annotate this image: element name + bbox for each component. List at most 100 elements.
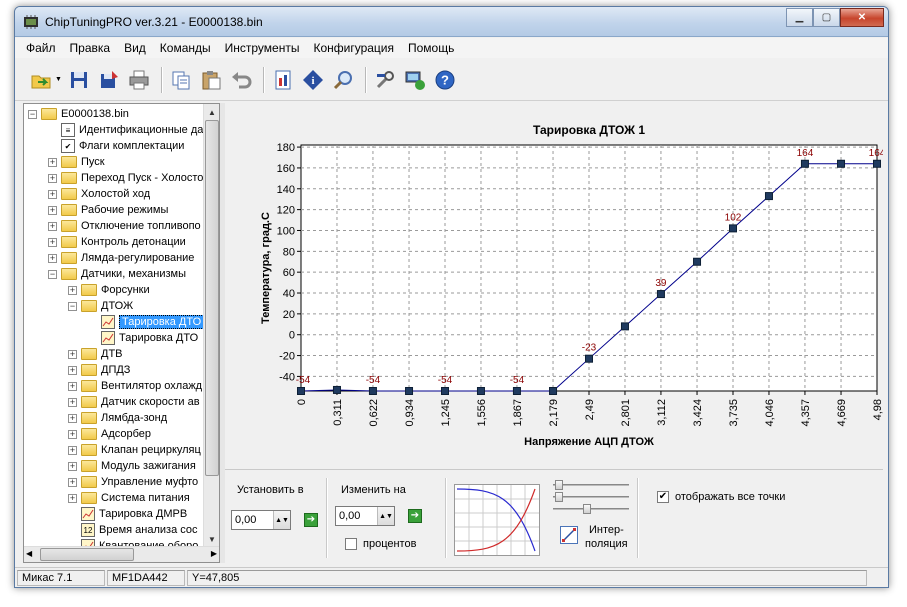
expand-icon[interactable]: + bbox=[68, 461, 77, 471]
tree-vertical-scrollbar[interactable]: ▲ ▼ bbox=[203, 104, 219, 547]
open-button[interactable] bbox=[27, 66, 54, 93]
info-button[interactable]: i bbox=[300, 66, 327, 93]
tree-item[interactable]: − E0000138.bin bbox=[28, 106, 129, 122]
menu-edit[interactable]: Правка bbox=[63, 41, 118, 55]
tree-item[interactable]: + ДТВ bbox=[68, 346, 123, 362]
interpolation-slider-3[interactable] bbox=[553, 504, 629, 514]
menu-view[interactable]: Вид bbox=[117, 41, 153, 55]
minimize-button[interactable]: ▁ bbox=[786, 8, 813, 27]
set-value-spinner[interactable]: 0,00 ▲▼ bbox=[231, 510, 291, 530]
tree-item[interactable]: + Контроль детонации bbox=[48, 234, 186, 250]
change-value-field[interactable]: 0,00 bbox=[336, 510, 377, 522]
tree-item[interactable]: − ДТОЖ bbox=[68, 298, 133, 314]
menu-tools[interactable]: Инструменты bbox=[218, 41, 307, 55]
collapse-icon[interactable]: − bbox=[48, 269, 57, 279]
tree-item[interactable]: + Лямбда-зонд bbox=[68, 410, 167, 426]
interpolation-icon bbox=[562, 528, 576, 542]
help-button[interactable]: ? bbox=[432, 66, 459, 93]
collapse-icon[interactable]: − bbox=[28, 109, 37, 119]
expand-icon[interactable]: + bbox=[68, 349, 77, 359]
menu-commands[interactable]: Команды bbox=[153, 41, 218, 55]
tree-item[interactable]: + Отключение топливопо bbox=[48, 218, 201, 234]
number-icon: 12 bbox=[81, 523, 95, 537]
tree-item[interactable]: + Пуск bbox=[48, 154, 105, 170]
tools-button[interactable] bbox=[372, 66, 399, 93]
menu-file[interactable]: Файл bbox=[19, 41, 63, 55]
connect-button[interactable] bbox=[402, 66, 429, 93]
save-as-button[interactable] bbox=[96, 66, 123, 93]
apply-change-button[interactable]: ➔ bbox=[408, 509, 422, 523]
close-button[interactable]: ✕ bbox=[840, 8, 884, 27]
show-all-points-checkbox[interactable]: ✔ bbox=[657, 491, 669, 503]
tree-item[interactable]: + Адсорбер bbox=[68, 426, 151, 442]
save-button[interactable] bbox=[66, 66, 93, 93]
expand-icon[interactable]: + bbox=[68, 445, 77, 455]
copy-button[interactable] bbox=[168, 66, 195, 93]
tree-item[interactable]: + Клапан рециркуляц bbox=[68, 442, 201, 458]
tree-item[interactable]: + Вентилятор охлажд bbox=[68, 378, 202, 394]
tree-item[interactable]: 12 Время анализа сос bbox=[68, 522, 197, 538]
tree-item[interactable]: + Управление муфто bbox=[68, 474, 198, 490]
percent-label: процентов bbox=[363, 538, 417, 550]
set-value-field[interactable]: 0,00 bbox=[232, 514, 273, 526]
tree-item[interactable]: Тарировка ДТО bbox=[88, 314, 205, 330]
scrollbar-thumb[interactable] bbox=[205, 120, 219, 476]
expand-icon[interactable]: + bbox=[48, 221, 57, 231]
tree-horizontal-scrollbar[interactable]: ◀ ▶ bbox=[24, 546, 219, 562]
interpolation-button[interactable] bbox=[560, 526, 578, 544]
expand-icon[interactable]: + bbox=[48, 205, 57, 215]
scroll-left-icon[interactable]: ◀ bbox=[26, 549, 32, 558]
tree-item[interactable]: − Датчики, механизмы bbox=[48, 266, 186, 282]
tree-item[interactable]: ≡ Идентификационные да bbox=[48, 122, 203, 138]
interpolation-slider-2[interactable] bbox=[553, 492, 629, 502]
percent-checkbox[interactable] bbox=[345, 538, 357, 550]
tree-item[interactable]: Тарировка ДМРВ bbox=[68, 506, 187, 522]
expand-icon[interactable]: + bbox=[68, 429, 77, 439]
paste-button[interactable] bbox=[198, 66, 225, 93]
expand-icon[interactable]: + bbox=[68, 413, 77, 423]
expand-icon[interactable]: + bbox=[68, 477, 77, 487]
expand-icon[interactable]: + bbox=[68, 397, 77, 407]
compare-button[interactable] bbox=[270, 66, 297, 93]
search-button[interactable] bbox=[330, 66, 357, 93]
scroll-up-icon[interactable]: ▲ bbox=[204, 104, 219, 120]
menu-configuration[interactable]: Конфигурация bbox=[306, 41, 401, 55]
chart-panel: 0 0,311 0,622 0,934 1,245 1,556 1,867 2,179 2,49… bbox=[225, 103, 883, 465]
maximize-button[interactable]: ▢ bbox=[813, 8, 840, 27]
x-tick-label: 4,669 bbox=[836, 399, 848, 427]
spinner-arrows-icon[interactable]: ▲▼ bbox=[273, 511, 290, 529]
svg-text:i: i bbox=[312, 75, 315, 87]
apply-set-button[interactable]: ➔ bbox=[304, 513, 318, 527]
tree-item[interactable]: + Рабочие режимы bbox=[48, 202, 168, 218]
tree-item[interactable]: + ДПДЗ bbox=[68, 362, 130, 378]
tree-item[interactable]: + Форсунки bbox=[68, 282, 150, 298]
tree-item[interactable]: + Переход Пуск - Холосто bbox=[48, 170, 203, 186]
print-button[interactable] bbox=[126, 66, 153, 93]
expand-icon[interactable]: + bbox=[48, 173, 57, 183]
tree-item[interactable]: ✔ Флаги комплектации bbox=[48, 138, 184, 154]
tree-item[interactable]: + Холостой ход bbox=[48, 186, 150, 202]
interpolation-slider-1[interactable] bbox=[553, 480, 629, 490]
collapse-icon[interactable]: − bbox=[68, 301, 77, 311]
expand-icon[interactable]: + bbox=[48, 189, 57, 199]
change-value-spinner[interactable]: 0,00 ▲▼ bbox=[335, 506, 395, 526]
spinner-arrows-icon[interactable]: ▲▼ bbox=[377, 507, 394, 525]
tree-item[interactable]: + Лямда-регулирование bbox=[48, 250, 194, 266]
expand-icon[interactable]: + bbox=[48, 253, 57, 263]
tree-item[interactable]: + Система питания bbox=[68, 490, 190, 506]
scrollbar-thumb[interactable] bbox=[40, 548, 134, 561]
menu-help[interactable]: Помощь bbox=[401, 41, 461, 55]
tree-item[interactable]: + Датчик скорости ав bbox=[68, 394, 200, 410]
open-dropdown-icon[interactable]: ▼ bbox=[55, 76, 62, 83]
expand-icon[interactable]: + bbox=[48, 237, 57, 247]
expand-icon[interactable]: + bbox=[48, 157, 57, 167]
scroll-right-icon[interactable]: ▶ bbox=[211, 549, 217, 558]
tree-item[interactable]: + Модуль зажигания bbox=[68, 458, 196, 474]
expand-icon[interactable]: + bbox=[68, 493, 77, 503]
undo-button[interactable] bbox=[228, 66, 255, 93]
expand-icon[interactable]: + bbox=[68, 285, 77, 295]
scroll-down-icon[interactable]: ▼ bbox=[204, 531, 219, 547]
expand-icon[interactable]: + bbox=[68, 365, 77, 375]
expand-icon[interactable]: + bbox=[68, 381, 77, 391]
tree-item[interactable]: Тарировка ДТО bbox=[88, 330, 198, 346]
